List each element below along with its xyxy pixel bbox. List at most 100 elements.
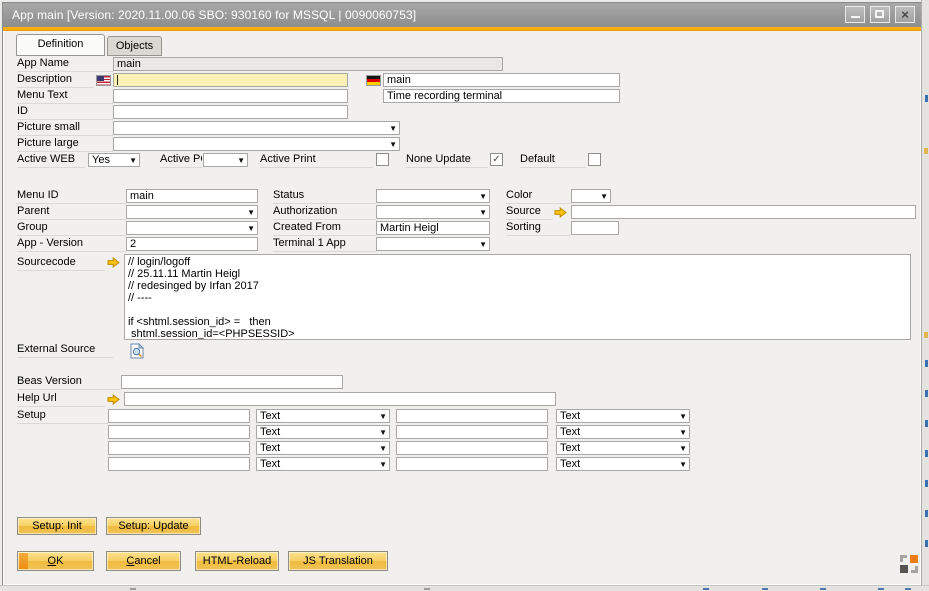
setup-row: Text▼ Text▼ bbox=[3, 441, 921, 457]
source-input[interactable] bbox=[571, 205, 916, 219]
app-name-field: main bbox=[113, 57, 503, 71]
chevron-down-icon: ▼ bbox=[479, 191, 487, 203]
cancel-button[interactable]: Cancel bbox=[106, 551, 181, 571]
link-arrow-icon[interactable] bbox=[554, 207, 567, 218]
app-version-label: App - Version bbox=[17, 237, 126, 252]
background-fragment bbox=[925, 360, 928, 367]
background-fragment bbox=[924, 148, 928, 154]
setup-type2-dropdown[interactable]: Text▼ bbox=[556, 441, 690, 455]
background-sliver bbox=[921, 0, 929, 590]
link-arrow-icon[interactable] bbox=[107, 394, 120, 405]
picture-large-label: Picture large bbox=[17, 137, 113, 152]
setup-row: Setup Text▼ Text▼ bbox=[3, 409, 921, 425]
background-fragment bbox=[925, 480, 928, 487]
active-web-dropdown[interactable]: Yes▼ bbox=[88, 153, 140, 167]
description-de-input[interactable]: main bbox=[383, 73, 620, 87]
maximize-button[interactable] bbox=[870, 6, 890, 23]
close-icon: × bbox=[896, 7, 914, 21]
form-row: Parent ▼ Authorization ▼ Source bbox=[3, 205, 921, 221]
none-update-label: None Update bbox=[406, 153, 488, 168]
id-label: ID bbox=[17, 105, 113, 120]
beas-version-label: Beas Version bbox=[17, 375, 121, 390]
setup-value2-input[interactable] bbox=[396, 457, 548, 471]
resize-grip-icon[interactable] bbox=[900, 555, 918, 573]
chevron-down-icon: ▼ bbox=[389, 139, 397, 151]
none-update-checkbox[interactable]: ✓ bbox=[490, 153, 503, 166]
ok-button[interactable]: OK bbox=[17, 551, 94, 571]
setup-init-button[interactable]: Setup: Init bbox=[17, 517, 97, 535]
setup-value1-input[interactable] bbox=[108, 409, 250, 423]
active-pc-dropdown[interactable]: ▼ bbox=[203, 153, 248, 167]
color-dropdown[interactable]: ▼ bbox=[571, 189, 611, 203]
form-row: Group ▼ Created From Martin Heigl Sortin… bbox=[3, 221, 921, 237]
setup-value1-input[interactable] bbox=[108, 457, 250, 471]
active-print-label: Active Print bbox=[260, 153, 373, 168]
color-label: Color bbox=[506, 189, 571, 204]
menu-text-en-input[interactable] bbox=[113, 89, 348, 103]
chevron-down-icon: ▼ bbox=[379, 411, 387, 423]
js-translation-button[interactable]: JS Translation bbox=[288, 551, 388, 571]
background-sliver bbox=[0, 585, 929, 591]
help-url-input[interactable] bbox=[124, 392, 556, 406]
group-dropdown[interactable]: ▼ bbox=[126, 221, 258, 235]
menu-id-label: Menu ID bbox=[17, 189, 126, 204]
setup-value1-input[interactable] bbox=[108, 441, 250, 455]
setup-type2-dropdown[interactable]: Text▼ bbox=[556, 457, 690, 471]
chevron-down-icon: ▼ bbox=[600, 191, 608, 203]
setup-row: Text▼ Text▼ bbox=[3, 425, 921, 441]
description-label: Description bbox=[17, 73, 94, 88]
titlebar[interactable]: App main [Version: 2020.11.00.06 SBO: 93… bbox=[3, 3, 921, 27]
active-print-checkbox[interactable] bbox=[376, 153, 389, 166]
active-pc-label: Active PC bbox=[160, 153, 202, 168]
picture-small-dropdown[interactable]: ▼ bbox=[113, 121, 400, 135]
setup-type1-dropdown[interactable]: Text▼ bbox=[256, 409, 390, 423]
setup-type1-dropdown[interactable]: Text▼ bbox=[256, 441, 390, 455]
close-button[interactable]: × bbox=[895, 6, 915, 23]
authorization-label: Authorization bbox=[273, 205, 376, 220]
beas-version-input[interactable] bbox=[121, 375, 343, 389]
minimize-button[interactable] bbox=[845, 6, 865, 23]
setup-update-button[interactable]: Setup: Update bbox=[106, 517, 201, 535]
form-row: External Source bbox=[3, 343, 921, 361]
authorization-dropdown[interactable]: ▼ bbox=[376, 205, 490, 219]
sorting-input[interactable] bbox=[571, 221, 619, 235]
setup-type2-dropdown[interactable]: Text▼ bbox=[556, 409, 690, 423]
setup-type1-dropdown[interactable]: Text▼ bbox=[256, 425, 390, 439]
setup-value2-input[interactable] bbox=[396, 441, 548, 455]
form-row: Beas Version bbox=[3, 375, 921, 391]
parent-dropdown[interactable]: ▼ bbox=[126, 205, 258, 219]
id-input[interactable] bbox=[113, 105, 348, 119]
tab-objects[interactable]: Objects bbox=[107, 36, 162, 56]
app-version-input[interactable]: 2 bbox=[126, 237, 258, 251]
default-checkbox[interactable] bbox=[588, 153, 601, 166]
status-dropdown[interactable]: ▼ bbox=[376, 189, 490, 203]
form-row: Help Url bbox=[3, 392, 921, 408]
default-label: Default bbox=[520, 153, 586, 168]
html-reload-button[interactable]: HTML-Reload bbox=[195, 551, 279, 571]
minimize-icon bbox=[851, 16, 860, 18]
source-label: Source bbox=[506, 205, 553, 220]
setup-value2-input[interactable] bbox=[396, 425, 548, 439]
created-from-input[interactable]: Martin Heigl bbox=[376, 221, 490, 235]
menu-text-de-input[interactable]: Time recording terminal bbox=[383, 89, 620, 103]
setup-type1-dropdown[interactable]: Text▼ bbox=[256, 457, 390, 471]
setup-value2-input[interactable] bbox=[396, 409, 548, 423]
chevron-down-icon: ▼ bbox=[479, 207, 487, 219]
window-controls: × bbox=[845, 6, 915, 23]
setup-label: Setup bbox=[17, 409, 108, 424]
picture-large-dropdown[interactable]: ▼ bbox=[113, 137, 400, 151]
form-row: Sourcecode // login/logoff // 25.11.11 M… bbox=[3, 254, 921, 342]
menu-id-input[interactable]: main bbox=[126, 189, 258, 203]
tab-definition[interactable]: Definition bbox=[16, 34, 105, 56]
setup-value1-input[interactable] bbox=[108, 425, 250, 439]
link-arrow-icon[interactable] bbox=[107, 257, 120, 268]
external-source-preview-icon[interactable] bbox=[130, 343, 144, 359]
sourcecode-textarea[interactable]: // login/logoff // 25.11.11 Martin Heigl… bbox=[124, 254, 911, 340]
setup-row: Text▼ Text▼ bbox=[3, 457, 921, 473]
setup-type2-dropdown[interactable]: Text▼ bbox=[556, 425, 690, 439]
german-flag-icon bbox=[366, 75, 381, 86]
terminal1-app-dropdown[interactable]: ▼ bbox=[376, 237, 490, 251]
external-source-label: External Source bbox=[17, 343, 113, 358]
text-caret bbox=[117, 75, 118, 85]
description-en-input[interactable] bbox=[113, 73, 348, 87]
